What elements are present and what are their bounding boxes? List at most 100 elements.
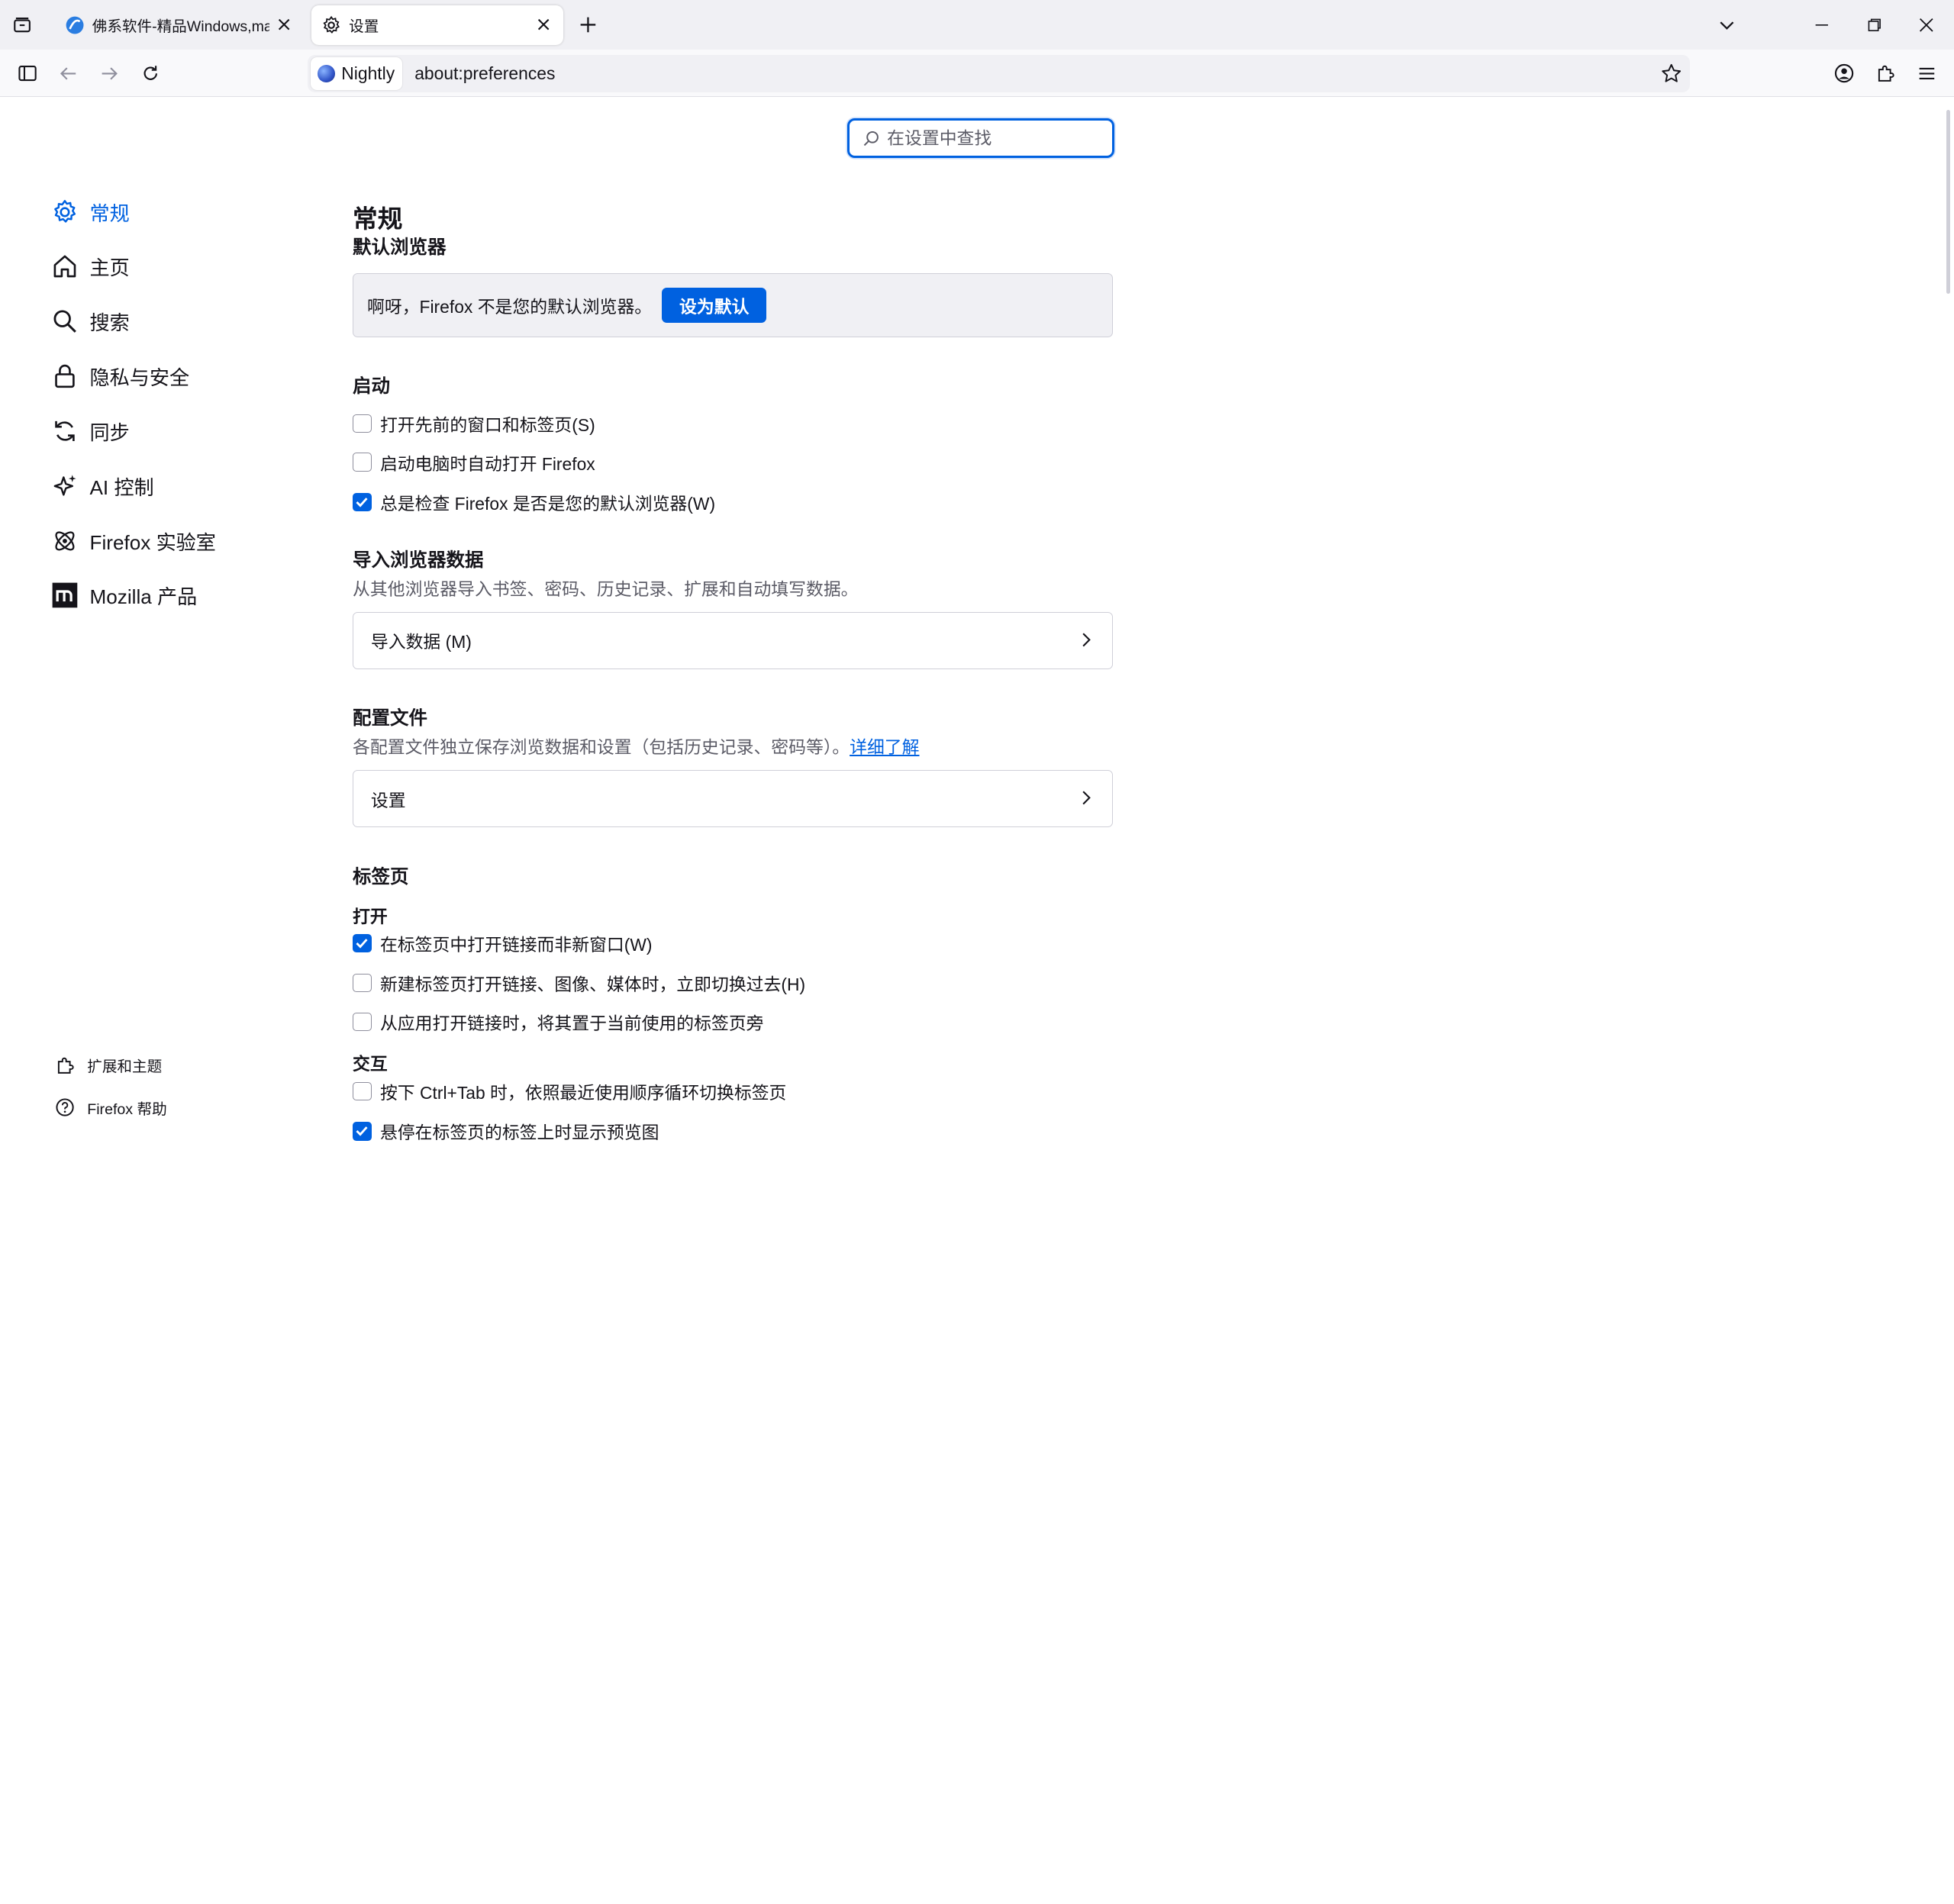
profiles-settings-label: 设置 bbox=[370, 790, 406, 810]
app-menu-button[interactable] bbox=[1914, 61, 1939, 86]
checkbox-restore-session[interactable]: 打开先前的窗口和标签页(S) bbox=[353, 410, 595, 437]
forward-button[interactable] bbox=[97, 61, 122, 86]
search-input[interactable] bbox=[887, 127, 1099, 149]
profiles-settings-button[interactable]: 设置 bbox=[353, 769, 1113, 828]
import-heading: 导入浏览器数据 bbox=[353, 550, 484, 572]
account-icon bbox=[1835, 64, 1854, 83]
sidebar-item-privacy[interactable]: 隐私与安全 bbox=[50, 349, 299, 404]
plus-icon bbox=[580, 17, 596, 33]
tab-list-button[interactable] bbox=[0, 0, 45, 50]
minimize-icon bbox=[1815, 24, 1829, 26]
checkmark-icon bbox=[356, 498, 368, 507]
extensions-themes-link[interactable]: 扩展和主题 bbox=[55, 1044, 167, 1087]
search-icon bbox=[863, 130, 879, 146]
sidebar-toggle-button[interactable] bbox=[15, 61, 40, 86]
checkbox-open-next-to-current[interactable]: 从应用打开链接时，将其置于当前使用的标签页旁 bbox=[353, 1008, 764, 1036]
identity-box[interactable]: Nightly bbox=[310, 57, 402, 90]
settings-search[interactable] bbox=[847, 118, 1114, 159]
nav-bar: Nightly about:preferences bbox=[0, 50, 1954, 98]
nightly-logo-icon bbox=[318, 64, 336, 82]
checkbox[interactable] bbox=[353, 453, 372, 472]
back-button[interactable] bbox=[56, 61, 81, 86]
checkmark-icon bbox=[356, 939, 368, 949]
puzzle-icon bbox=[57, 1057, 74, 1074]
checkbox[interactable] bbox=[353, 1081, 372, 1101]
checkbox-ctrl-tab-recent[interactable]: 按下 Ctrl+Tab 时，依照最近使用顺序循环切换标签页 bbox=[353, 1078, 786, 1105]
address-bar[interactable]: Nightly about:preferences bbox=[308, 54, 1690, 92]
tabs-open-heading: 打开 bbox=[353, 907, 388, 927]
close-icon bbox=[1920, 18, 1933, 32]
tab-title: 佛系软件-精品Windows,macOS bbox=[92, 18, 269, 36]
checkbox[interactable] bbox=[353, 933, 372, 953]
chevron-down-icon bbox=[1720, 21, 1734, 31]
learn-more-link[interactable]: 详细了解 bbox=[850, 737, 919, 757]
account-button[interactable] bbox=[1832, 61, 1857, 86]
extensions-button[interactable] bbox=[1873, 61, 1898, 86]
checkbox-autostart[interactable]: 启动电脑时自动打开 Firefox bbox=[353, 449, 595, 476]
minimize-button[interactable] bbox=[1794, 0, 1849, 50]
hamburger-icon bbox=[1919, 67, 1934, 79]
checkbox-links-in-tabs[interactable]: 在标签页中打开链接而非新窗口(W) bbox=[353, 929, 653, 957]
profiles-description: 各配置文件独立保存浏览数据和设置（包括历史记录、密码等）。详细了解 bbox=[353, 733, 919, 759]
checkbox-label: 从应用打开链接时，将其置于当前使用的标签页旁 bbox=[379, 1013, 764, 1033]
page-title: 常规 bbox=[353, 205, 403, 234]
restore-button[interactable] bbox=[1847, 0, 1902, 50]
list-all-tabs-button[interactable] bbox=[1700, 0, 1755, 50]
checkmark-icon bbox=[356, 1126, 368, 1137]
checkbox[interactable] bbox=[353, 1122, 372, 1141]
checkbox[interactable] bbox=[353, 414, 372, 433]
checkbox[interactable] bbox=[353, 973, 372, 993]
startup-heading: 启动 bbox=[353, 375, 391, 397]
url-text[interactable]: about:preferences bbox=[414, 63, 555, 84]
checkbox-label: 总是检查 Firefox 是否是您的默认浏览器(W) bbox=[379, 493, 716, 514]
checkbox[interactable] bbox=[353, 492, 372, 512]
set-default-button[interactable]: 设为默认 bbox=[662, 288, 767, 323]
sidebar-item-general[interactable]: 常规 bbox=[50, 185, 299, 240]
sidebar-item-sync[interactable]: 同步 bbox=[50, 404, 299, 459]
sidebar-item-ai-controls[interactable]: AI 控制 bbox=[50, 459, 299, 514]
firefox-help-link[interactable]: Firefox 帮助 bbox=[55, 1087, 167, 1129]
sidebar-item-search[interactable]: 搜索 bbox=[50, 294, 299, 349]
sparkle-icon bbox=[53, 474, 76, 496]
puzzle-icon bbox=[1878, 66, 1894, 82]
checkbox-check-default[interactable]: 总是检查 Firefox 是否是您的默认浏览器(W) bbox=[353, 488, 715, 516]
home-icon bbox=[53, 255, 76, 278]
tab-bar: 佛系软件-精品Windows,macOS 设置 bbox=[0, 0, 1954, 50]
checkbox-label: 打开先前的窗口和标签页(S) bbox=[379, 415, 595, 436]
sidebar-item-mozilla-products[interactable]: Mozilla 产品 bbox=[50, 568, 299, 623]
checkbox-label: 启动电脑时自动打开 Firefox bbox=[379, 453, 595, 474]
close-tab-button[interactable] bbox=[274, 15, 294, 35]
profiles-heading: 配置文件 bbox=[353, 708, 427, 730]
close-tab-button[interactable] bbox=[534, 15, 553, 35]
import-data-label: 导入数据 (M) bbox=[370, 632, 472, 652]
chevron-right-icon bbox=[1082, 633, 1091, 647]
checkbox-switch-to-new-tab[interactable]: 新建标签页打开链接、图像、媒体时，立即切换过去(H) bbox=[353, 969, 805, 997]
checkbox-label: 悬停在标签页的标签上时显示预览图 bbox=[379, 1123, 659, 1143]
page-scrollbar[interactable] bbox=[1946, 109, 1951, 295]
new-tab-button[interactable] bbox=[576, 12, 601, 37]
sidebar-item-label: 常规 bbox=[89, 201, 130, 225]
window-close-button[interactable] bbox=[1899, 0, 1954, 50]
restore-icon bbox=[1868, 18, 1881, 31]
footer-link-label: 扩展和主题 bbox=[87, 1058, 163, 1076]
tab-title: 设置 bbox=[349, 18, 379, 36]
gear-icon bbox=[54, 199, 76, 223]
tabs-heading: 标签页 bbox=[353, 866, 409, 888]
checkbox[interactable] bbox=[353, 1012, 372, 1032]
sync-icon bbox=[55, 420, 75, 441]
tab-settings[interactable]: 设置 bbox=[311, 5, 563, 45]
sidebar-item-labs[interactable]: Firefox 实验室 bbox=[50, 514, 299, 569]
checkbox-hover-preview[interactable]: 悬停在标签页的标签上时显示预览图 bbox=[353, 1118, 659, 1145]
sidebar-item-home[interactable]: 主页 bbox=[50, 239, 299, 294]
reload-button[interactable] bbox=[138, 61, 163, 86]
tab-list-icon bbox=[14, 17, 31, 32]
site-favicon-icon bbox=[66, 16, 84, 34]
lock-icon bbox=[55, 364, 75, 388]
default-browser-box: 啊呀，Firefox 不是您的默认浏览器。 设为默认 bbox=[353, 272, 1113, 338]
tab-fo-software[interactable]: 佛系软件-精品Windows,macOS bbox=[55, 5, 305, 45]
mozilla-icon bbox=[52, 583, 78, 608]
identity-label: Nightly bbox=[341, 63, 395, 83]
import-data-button[interactable]: 导入数据 (M) bbox=[353, 611, 1113, 669]
default-browser-heading: 默认浏览器 bbox=[353, 237, 447, 259]
star-icon[interactable] bbox=[1660, 63, 1682, 85]
